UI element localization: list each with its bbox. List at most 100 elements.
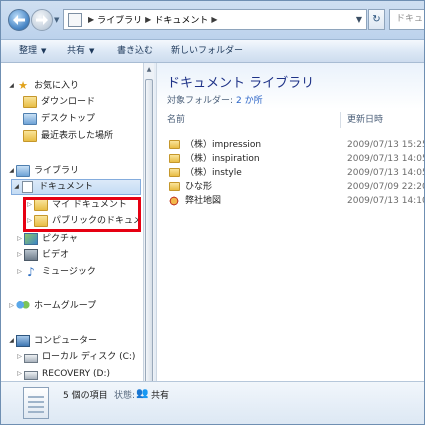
nav-drive-d[interactable]: ▷ RECOVERY (D:) <box>15 366 110 381</box>
scroll-up-icon[interactable]: ▲ <box>145 65 153 75</box>
library-document-icon <box>23 387 49 419</box>
organize-label: 整理 <box>19 46 38 56</box>
collapse-icon[interactable]: ◢ <box>12 179 21 195</box>
nav-music[interactable]: ▷ ♪ ミュージック <box>15 264 96 280</box>
back-button[interactable] <box>8 9 30 31</box>
nav-drive-c-label: ローカル ディスク (C:) <box>42 352 136 362</box>
address-bar-row: ▼ ▶ ライブラリ ▶ ドキュメント ▶ ▼ ↻ ドキュメ <box>1 1 424 39</box>
locations-link[interactable]: 2 か所 <box>236 96 263 106</box>
nav-drive-d-label: RECOVERY (D:) <box>42 369 111 379</box>
file-name: （株）inspiration <box>185 154 260 164</box>
refresh-icon: ↻ <box>372 14 381 25</box>
share-button[interactable]: 共有 ▼ <box>67 40 94 63</box>
library-title: ドキュメント ライブラリ <box>167 76 315 91</box>
column-header-modified[interactable]: 更新日時 <box>347 112 383 128</box>
file-row[interactable]: （株）impression 2009/07/13 15:25 <box>157 138 424 152</box>
share-label: 共有 <box>67 46 86 56</box>
column-header-name[interactable]: 名前 <box>167 112 185 128</box>
collapse-icon[interactable]: ◢ <box>7 78 16 94</box>
arrow-left-icon <box>13 15 25 25</box>
library-header: ドキュメント ライブラリ 対象フォルダー: 2 か所 <box>157 63 424 109</box>
state-value: 共有 <box>151 391 170 401</box>
nav-documents-label: ドキュメント <box>39 182 94 192</box>
locations-label: 対象フォルダー: <box>167 96 234 106</box>
library-icon <box>16 165 30 177</box>
content-pane: ドキュメント ライブラリ 対象フォルダー: 2 か所 名前 更新日時 （株）imp… <box>157 63 424 381</box>
pictures-icon <box>24 233 38 245</box>
file-row[interactable]: 弊社地図 2009/07/13 14:10 <box>157 194 424 208</box>
folder-icon <box>169 182 180 191</box>
file-row[interactable]: （株）inspiration 2009/07/13 14:05 <box>157 152 424 166</box>
scroll-thumb[interactable] <box>145 79 153 391</box>
nav-scrollbar[interactable]: ▲ <box>143 63 154 391</box>
state-label: 状態: <box>114 391 136 401</box>
search-input[interactable]: ドキュメ <box>389 9 424 30</box>
nav-desktop-label: デスクトップ <box>41 114 96 124</box>
nav-documents[interactable]: ◢ ドキュメント <box>11 179 141 195</box>
nav-pictures[interactable]: ▷ ピクチャ <box>15 231 78 247</box>
file-row[interactable]: ひな形 2009/07/09 22:20 <box>157 180 424 194</box>
nav-recent-places-label: 最近表示した場所 <box>41 131 114 141</box>
chevron-down-icon: ▼ <box>89 47 95 55</box>
music-icon: ♪ <box>27 265 35 279</box>
file-date: 2009/07/13 14:10 <box>347 196 424 206</box>
library-locations: 対象フォルダー: 2 か所 <box>167 93 263 106</box>
file-date: 2009/07/13 15:25 <box>347 140 424 150</box>
computer-icon <box>16 335 30 347</box>
arrow-right-icon <box>36 15 48 25</box>
refresh-button[interactable]: ↻ <box>368 9 385 30</box>
address-bar[interactable]: ▶ ライブラリ ▶ ドキュメント ▶ ▼ <box>63 9 367 30</box>
details-pane: 5 個の項目 状態: 👥 共有 <box>1 381 424 424</box>
address-history-dropdown[interactable]: ▼ <box>352 15 366 24</box>
breadcrumb-libraries[interactable]: ライブラリ <box>97 13 142 26</box>
chevron-right-icon[interactable]: ▶ <box>145 15 151 24</box>
nav-libraries[interactable]: ◢ ライブラリ <box>7 163 79 179</box>
highlight-box <box>23 197 141 232</box>
expand-icon[interactable]: ▷ <box>15 366 24 381</box>
nav-desktop[interactable]: デスクトップ <box>23 111 95 127</box>
drive-icon <box>24 370 38 380</box>
chevron-right-icon[interactable]: ▶ <box>211 15 217 24</box>
item-count: 5 個の項目 <box>63 391 108 401</box>
nav-recent-places[interactable]: 最近表示した場所 <box>23 128 113 144</box>
desktop-icon <box>23 113 37 125</box>
folder-icon <box>169 168 180 177</box>
expand-icon[interactable]: ▷ <box>15 231 24 247</box>
chevron-down-icon: ▼ <box>41 47 47 55</box>
nav-drive-c[interactable]: ▷ ローカル ディスク (C:) <box>15 349 135 365</box>
forward-button[interactable] <box>31 9 53 31</box>
shared-users-icon: 👥 <box>136 388 149 399</box>
nav-homegroup-label: ホームグループ <box>34 301 97 311</box>
nav-computer[interactable]: ◢ コンピューター <box>7 333 97 349</box>
nav-computer-label: コンピューター <box>34 336 98 346</box>
file-name: （株）instyle <box>185 168 242 178</box>
nav-homegroup[interactable]: ▷ ホームグループ <box>7 298 96 314</box>
recent-places-icon <box>23 130 37 142</box>
expand-icon[interactable]: ▷ <box>15 264 24 280</box>
burn-label: 書き込む <box>117 46 154 56</box>
file-name: ひな形 <box>185 182 213 192</box>
downloads-folder-icon <box>23 96 37 108</box>
nav-videos[interactable]: ▷ ビデオ <box>15 247 69 263</box>
folder-icon <box>169 154 180 163</box>
nav-downloads[interactable]: ダウンロード <box>23 94 95 110</box>
column-divider[interactable] <box>340 112 341 128</box>
chevron-right-icon[interactable]: ▶ <box>88 15 94 24</box>
collapse-icon[interactable]: ◢ <box>7 333 16 349</box>
collapse-icon[interactable]: ◢ <box>7 163 16 179</box>
expand-icon[interactable]: ▷ <box>15 349 24 365</box>
nav-favorites[interactable]: ◢ ★ お気に入り <box>7 78 79 94</box>
breadcrumb-documents[interactable]: ドキュメント <box>154 13 208 26</box>
star-icon: ★ <box>18 79 28 92</box>
nav-favorites-label: お気に入り <box>34 81 80 91</box>
nav-libraries-label: ライブラリ <box>34 166 80 176</box>
recent-pages-dropdown[interactable]: ▼ <box>54 15 61 25</box>
organize-button[interactable]: 整理 ▼ <box>19 40 46 63</box>
file-row[interactable]: （株）instyle 2009/07/13 14:05 <box>157 166 424 180</box>
new-folder-button[interactable]: 新しいフォルダー <box>171 40 243 63</box>
drive-icon <box>24 353 38 363</box>
expand-icon[interactable]: ▷ <box>7 298 16 314</box>
file-date: 2009/07/13 14:05 <box>347 168 424 178</box>
expand-icon[interactable]: ▷ <box>15 247 24 263</box>
burn-button[interactable]: 書き込む <box>117 40 153 63</box>
